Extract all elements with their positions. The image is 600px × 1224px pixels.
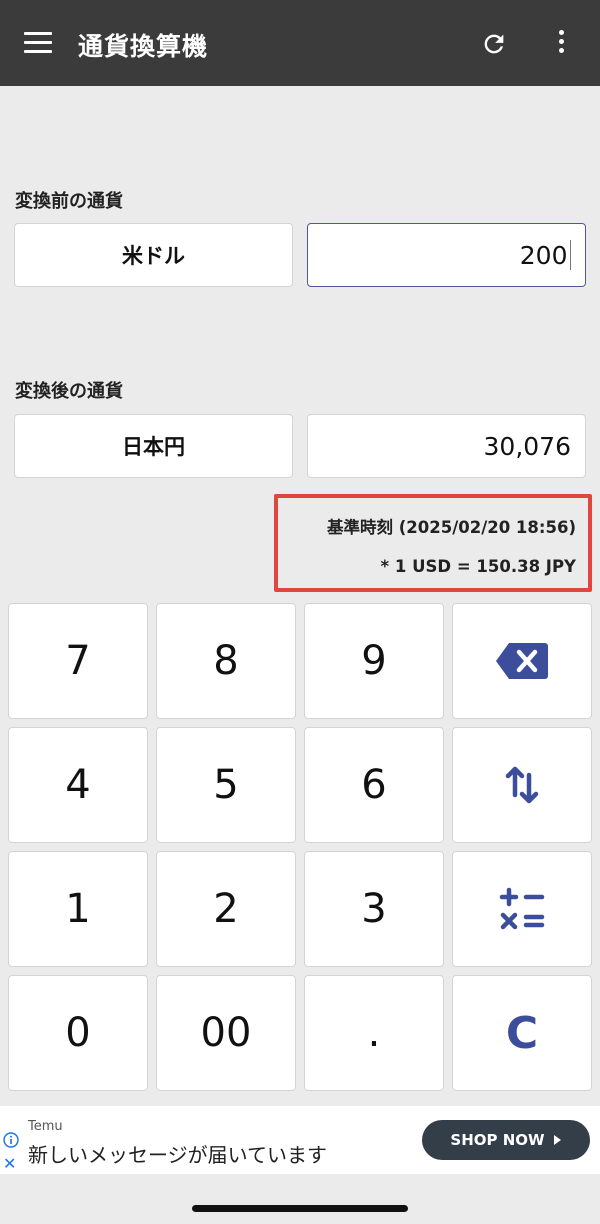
ad-brand: Temu [28, 1119, 63, 1134]
from-currency-label: 変換前の通貨 [15, 191, 123, 212]
menu-icon[interactable] [24, 32, 52, 56]
rate-conversion: * 1 USD = 150.38 JPY [380, 557, 577, 576]
to-amount-value: 30,076 [483, 431, 571, 461]
from-amount-input[interactable]: 200 [307, 223, 586, 287]
play-arrow-icon [553, 1135, 561, 1145]
key-5[interactable]: 5 [156, 727, 296, 843]
swap-currency-key[interactable] [452, 727, 592, 843]
from-amount-value: 200 [519, 240, 568, 270]
clear-key[interactable]: C [452, 975, 592, 1091]
more-vert-icon[interactable] [552, 30, 570, 58]
calculator-key[interactable] [452, 851, 592, 967]
key-9[interactable]: 9 [304, 603, 444, 719]
ad-message: 新しいメッセージが届いています [28, 1143, 327, 1167]
to-currency-label: 変換後の通貨 [15, 381, 123, 402]
ad-banner[interactable]: ✕ Temu 新しいメッセージが届いています SHOP NOW [0, 1106, 600, 1174]
key-decimal[interactable]: . [304, 975, 444, 1091]
app-title: 通貨換算機 [78, 32, 209, 61]
from-currency-select[interactable]: 米ドル [14, 223, 293, 287]
info-icon[interactable] [3, 1132, 19, 1148]
shop-now-label: SHOP NOW [450, 1131, 545, 1149]
refresh-icon[interactable] [480, 30, 508, 58]
home-indicator [192, 1205, 408, 1212]
key-00[interactable]: 00 [156, 975, 296, 1091]
to-currency-select[interactable]: 日本円 [14, 414, 293, 478]
shop-now-button[interactable]: SHOP NOW [422, 1120, 590, 1160]
backspace-key[interactable] [452, 603, 592, 719]
to-amount-output: 30,076 [307, 414, 586, 478]
key-1[interactable]: 1 [8, 851, 148, 967]
key-4[interactable]: 4 [8, 727, 148, 843]
key-3[interactable]: 3 [304, 851, 444, 967]
backspace-icon [496, 643, 548, 679]
key-6[interactable]: 6 [304, 727, 444, 843]
calculator-operators-icon [499, 887, 545, 930]
text-caret [569, 240, 571, 270]
rate-info-box: 基準時刻 (2025/02/20 18:56) * 1 USD = 150.38… [274, 494, 592, 592]
key-7[interactable]: 7 [8, 603, 148, 719]
swap-arrows-icon [505, 766, 539, 804]
ad-close-icon[interactable]: ✕ [3, 1154, 16, 1173]
key-2[interactable]: 2 [156, 851, 296, 967]
key-0[interactable]: 0 [8, 975, 148, 1091]
app-bar: 通貨換算機 [0, 0, 600, 86]
key-8[interactable]: 8 [156, 603, 296, 719]
rate-timestamp: 基準時刻 (2025/02/20 18:56) [327, 518, 576, 537]
